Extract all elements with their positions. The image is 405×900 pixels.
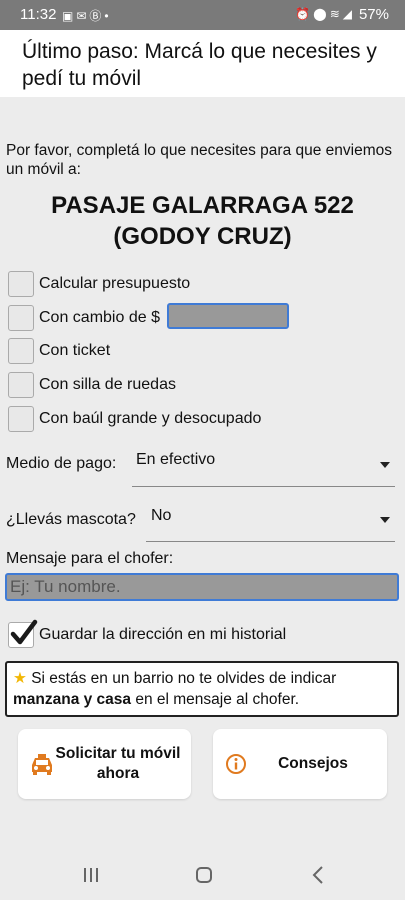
- wifi-icon: ≋: [329, 7, 343, 21]
- status-time: 11:32: [20, 6, 57, 23]
- checkbox-baul-grande[interactable]: [8, 406, 34, 432]
- battery-level: 57%: [358, 6, 389, 23]
- destination-address: PASAJE GALARRAGA 522 (GODOY CRUZ): [0, 190, 405, 252]
- system-icons: ⏰⬤≋◢: [295, 7, 355, 21]
- tip-text-end: en el mensaje al chofer.: [131, 691, 300, 708]
- mail-icon: ✉: [76, 9, 90, 23]
- save-history-label: Guardar la dirección en mi historial: [39, 626, 287, 643]
- address-street: PASAJE GALARRAGA 522: [51, 192, 354, 219]
- pet-label: ¿Llevás mascota?: [6, 511, 136, 528]
- checkbox-save-history[interactable]: [8, 619, 38, 648]
- advice-button[interactable]: Consejos: [213, 729, 387, 799]
- signal-icon: ◢: [342, 7, 355, 21]
- notification-icons: ▣✉Ⓑ•: [62, 7, 112, 24]
- option-calcular-presupuesto[interactable]: Calcular presupuesto: [8, 271, 398, 301]
- advice-button-label: Consejos: [278, 755, 348, 772]
- system-nav-bar: [0, 849, 405, 900]
- page-header: Último paso: Marcá lo que necesites y pe…: [0, 30, 405, 97]
- save-history-option[interactable]: Guardar la dirección en mi historial: [8, 619, 398, 652]
- checkbox-calcular-presupuesto[interactable]: [8, 271, 34, 297]
- pet-value: No: [151, 507, 172, 524]
- option-label: Con ticket: [39, 342, 111, 359]
- info-icon: [226, 754, 246, 774]
- recent-apps-icon[interactable]: [82, 867, 100, 883]
- change-amount-input[interactable]: [167, 303, 289, 329]
- request-taxi-button[interactable]: Solicitar tu móvil ahora: [18, 729, 191, 799]
- option-silla-de-ruedas[interactable]: Con silla de ruedas: [8, 372, 398, 402]
- status-bar: 11:32 ▣✉Ⓑ• ⏰⬤≋◢ 57%: [0, 0, 405, 30]
- option-con-ticket[interactable]: Con ticket: [8, 338, 398, 368]
- option-label: Con cambio de $: [39, 309, 160, 326]
- checkmark-icon: [10, 619, 38, 645]
- b-icon: Ⓑ: [89, 9, 105, 23]
- page-title: Último paso: Marcá lo que necesites y pe…: [22, 40, 377, 90]
- message-label: Mensaje para el chofer:: [6, 550, 174, 567]
- back-icon[interactable]: [312, 866, 324, 884]
- payment-label: Medio de pago:: [6, 455, 117, 472]
- chevron-down-icon: [380, 462, 390, 468]
- intro-text: Por favor, completá lo que necesites par…: [6, 142, 393, 178]
- option-label: Con baúl grande y desocupado: [39, 410, 262, 427]
- select-underline: [146, 541, 395, 542]
- checkbox-silla-de-ruedas[interactable]: [8, 372, 34, 398]
- chevron-down-icon: [380, 517, 390, 523]
- option-con-cambio[interactable]: Con cambio de $: [8, 305, 160, 335]
- tip-text: Si estás en un barrio no te olvides de i…: [31, 670, 337, 687]
- address-city: (GODOY CRUZ): [113, 223, 292, 250]
- home-icon[interactable]: [195, 866, 213, 884]
- option-baul-grande[interactable]: Con baúl grande y desocupado: [8, 406, 398, 436]
- checkbox-con-cambio[interactable]: [8, 305, 34, 331]
- star-icon: ★: [13, 670, 27, 687]
- image-icon: ▣: [62, 9, 77, 23]
- alarm-icon: ⏰: [295, 7, 314, 21]
- payment-value: En efectivo: [136, 451, 216, 468]
- dot-icon: •: [104, 9, 112, 23]
- location-icon: ⬤: [313, 7, 330, 21]
- tip-box: ★ Si estás en un barrio no te olvides de…: [5, 661, 399, 717]
- checkbox-con-ticket[interactable]: [8, 338, 34, 364]
- driver-message-input[interactable]: [5, 573, 399, 601]
- option-label: Calcular presupuesto: [39, 275, 191, 292]
- select-underline: [132, 486, 395, 487]
- tip-bold: manzana y casa: [13, 691, 132, 708]
- request-button-label: Solicitar tu móvil ahora: [55, 745, 181, 782]
- option-label: Con silla de ruedas: [39, 376, 176, 393]
